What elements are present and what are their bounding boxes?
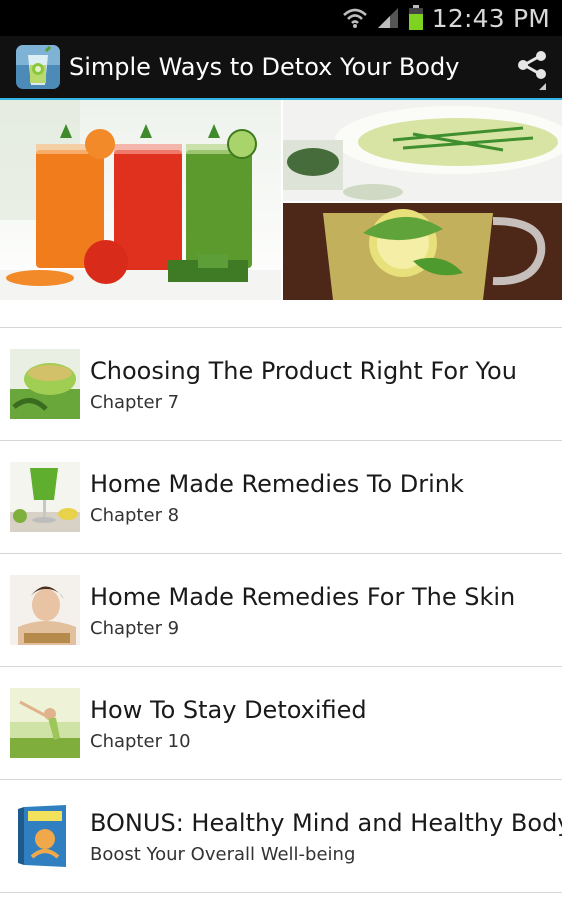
face-wash-thumbnail [10, 575, 80, 645]
signal-icon [376, 6, 400, 30]
green-tea-thumbnail [10, 349, 80, 419]
status-icons: 12:43 PM [342, 4, 562, 33]
item-subtitle: Boost Your Overall Well-being [90, 844, 356, 865]
cucumber-soup-image [283, 100, 562, 201]
action-bar: Simple Ways to Detox Your Body [0, 36, 562, 100]
juice-glasses-image [0, 100, 281, 300]
share-button[interactable] [502, 35, 562, 99]
ebook-cover-thumbnail [10, 801, 80, 871]
green-smoothie-thumbnail [10, 462, 80, 532]
list-item[interactable]: Choosing The Product Right For You Chapt… [0, 328, 562, 441]
chapter-list: Choosing The Product Right For You Chapt… [0, 328, 562, 893]
woman-stretching-thumbnail [10, 688, 80, 758]
item-title: Choosing The Product Right For You [90, 357, 517, 385]
status-bar: 12:43 PM [0, 0, 562, 36]
item-title: BONUS: Healthy Mind and Healthy Body [90, 809, 562, 837]
list-item[interactable]: BONUS: Healthy Mind and Healthy Body Boo… [0, 780, 562, 893]
item-subtitle: Chapter 7 [90, 392, 180, 413]
app-title: Simple Ways to Detox Your Body [69, 53, 460, 81]
item-title: Home Made Remedies To Drink [90, 470, 464, 498]
overflow-corner-indicator [539, 83, 546, 90]
banner-spacer [0, 300, 562, 328]
item-title: Home Made Remedies For The Skin [90, 583, 516, 611]
item-title: How To Stay Detoxified [90, 696, 367, 724]
list-item[interactable]: Home Made Remedies To Drink Chapter 8 [0, 441, 562, 554]
share-icon [516, 50, 548, 85]
lemon-mint-tea-image [283, 203, 562, 300]
battery-icon [408, 5, 424, 31]
detox-drink-icon[interactable] [16, 45, 60, 89]
item-subtitle: Chapter 10 [90, 731, 191, 752]
header-banner [0, 100, 562, 300]
item-subtitle: Chapter 9 [90, 618, 180, 639]
item-subtitle: Chapter 8 [90, 505, 180, 526]
status-time: 12:43 PM [431, 3, 550, 33]
list-item[interactable]: Home Made Remedies For The Skin Chapter … [0, 554, 562, 667]
list-item[interactable]: How To Stay Detoxified Chapter 10 [0, 667, 562, 780]
wifi-icon [342, 6, 368, 30]
